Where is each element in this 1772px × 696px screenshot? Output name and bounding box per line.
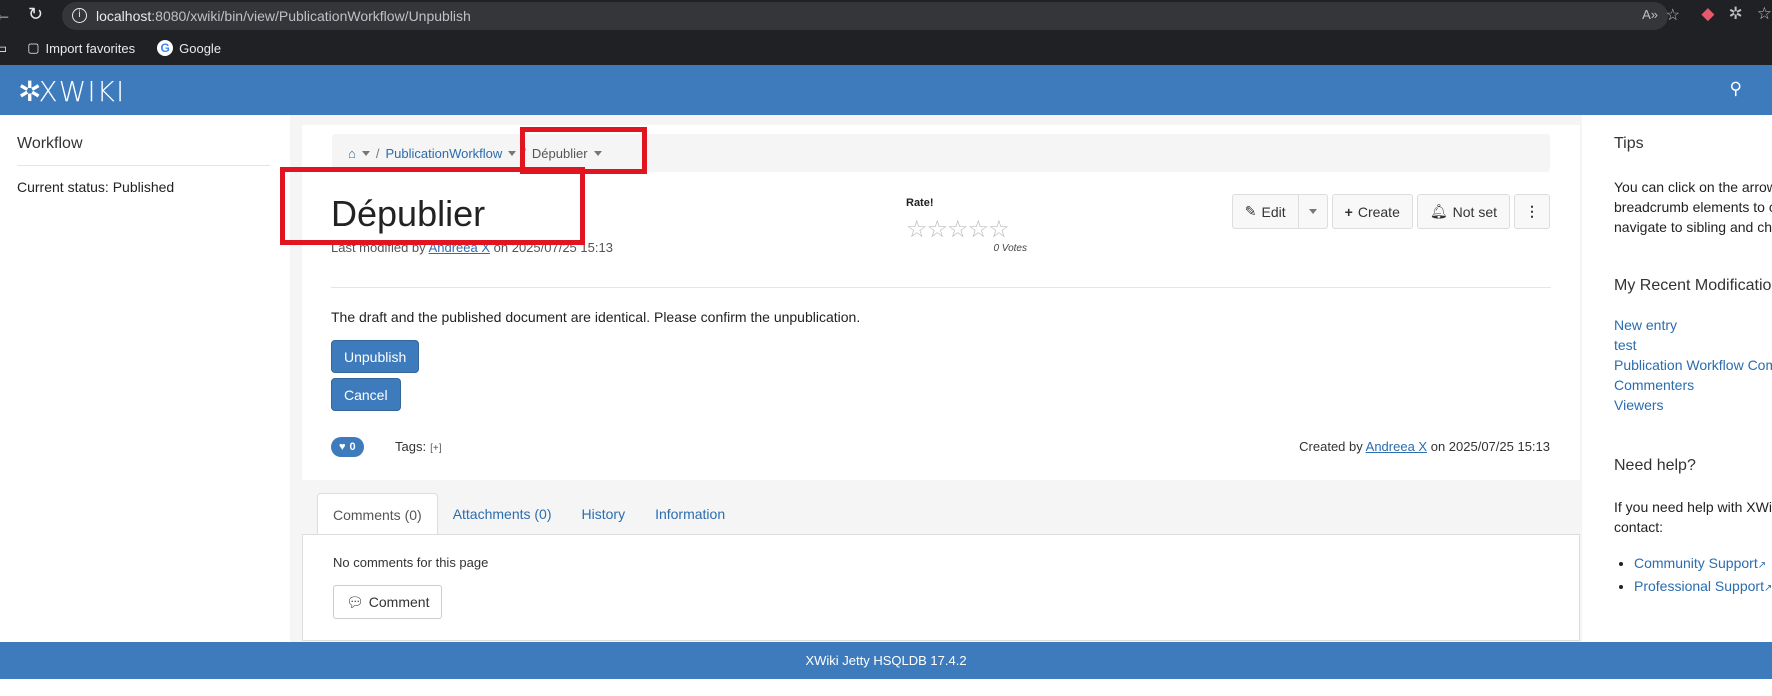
tab-history[interactable]: History <box>567 493 641 535</box>
back-icon[interactable]: ← <box>0 4 12 25</box>
recent-link[interactable]: Viewers <box>1614 397 1664 413</box>
xwiki-header: ✲XWIKI ⚲ <box>0 65 1772 115</box>
speech-bubble-icon: 💬︎ <box>346 593 364 610</box>
recent-modifications-title: My Recent Modificatio <box>1614 277 1772 294</box>
unpublish-button[interactable]: Unpublish <box>331 340 420 373</box>
bookmark-import-favorites[interactable]: ▢ Import favorites <box>27 40 135 56</box>
chevron-down-icon[interactable] <box>361 150 370 156</box>
bell-icon: 🔔︎ <box>1429 203 1448 219</box>
comment-button[interactable]: 💬︎ Comment <box>333 585 443 619</box>
recent-link[interactable]: New entry <box>1614 317 1677 333</box>
comments-panel: No comments for this page 💬︎ Comment <box>302 534 1580 641</box>
highlight-box-title <box>280 167 585 245</box>
like-button[interactable]: ♥ 0 <box>331 437 364 457</box>
home-icon[interactable]: ⌂ <box>348 146 356 161</box>
current-status: Current status: Published <box>17 179 175 195</box>
browser-chrome: ← ↻ i localhost:8080/xwiki/bin/view/Publ… <box>0 0 1772 65</box>
bookmark-google[interactable]: G Google <box>157 40 221 56</box>
sidebar-toggle-icon[interactable]: ▭ <box>0 40 7 57</box>
create-button[interactable]: + Create <box>1331 194 1413 229</box>
extension-red-icon[interactable]: ◆ <box>1701 4 1714 24</box>
external-link-icon: ↗ <box>1757 560 1767 571</box>
chevron-down-icon[interactable] <box>508 150 517 156</box>
help-links: Community Support↗ Professional Support↗ <box>1634 553 1772 599</box>
edit-dropdown-button[interactable] <box>1298 194 1328 229</box>
cancel-button[interactable]: Cancel <box>331 378 401 411</box>
breadcrumb-item-publicationworkflow[interactable]: PublicationWorkflow <box>385 146 502 161</box>
tab-information[interactable]: Information <box>640 493 740 535</box>
address-bar[interactable]: i localhost:8080/xwiki/bin/view/Publicat… <box>62 2 1680 30</box>
created-author-link[interactable]: Andreea X <box>1366 439 1427 454</box>
pencil-icon: ✎ <box>1244 203 1257 219</box>
url-text: localhost:8080/xwiki/bin/view/Publicatio… <box>96 8 471 24</box>
xwiki-logo[interactable]: ✲XWIKI <box>18 75 125 108</box>
rating-stars[interactable]: ☆☆☆☆☆ <box>906 215 1036 243</box>
help-text: If you need help with XWi contact: <box>1614 499 1772 535</box>
favorite-star-icon[interactable]: ☆ <box>1666 5 1680 25</box>
folder-icon: ▢ <box>27 40 40 55</box>
page-actions: ✎ Edit + Create 🔔︎ Not set ⋮ <box>1231 194 1550 229</box>
external-link-icon: ↗ <box>1763 583 1772 594</box>
read-aloud-icon[interactable]: A» <box>1642 7 1658 22</box>
rating-widget: Rate! ☆☆☆☆☆ 0 Votes <box>906 197 1036 254</box>
edit-button[interactable]: ✎ Edit <box>1231 194 1299 229</box>
footer: XWiki Jetty HSQLDB 17.4.2 <box>0 642 1772 679</box>
professional-support-link[interactable]: Professional Support <box>1634 578 1764 594</box>
more-vertical-icon: ⋮ <box>1525 203 1539 219</box>
favorites-icon[interactable]: ☆ <box>1757 4 1772 24</box>
add-tag-link[interactable]: [+] <box>430 443 441 454</box>
created-by: Created by Andreea X on 2025/07/25 15:13 <box>1299 439 1550 454</box>
recent-link[interactable]: Publication Workflow Com <box>1614 357 1772 373</box>
notifications-button[interactable]: 🔔︎ Not set <box>1416 194 1510 229</box>
left-panel: Workflow Current status: Published <box>17 135 270 195</box>
recent-modifications-list: New entry test Publication Workflow Com … <box>1614 315 1772 415</box>
tags: Tags: [+] <box>395 439 442 454</box>
reload-icon[interactable]: ↻ <box>28 4 43 25</box>
votes-count: 0 Votes <box>993 243 1027 254</box>
doc-extra-tabs: Comments (0) Attachments (0) History Inf… <box>302 493 1580 641</box>
no-comments-text: No comments for this page <box>333 555 489 570</box>
tips-text: You can click on the arrow breadcrumb el… <box>1614 179 1772 235</box>
community-support-link[interactable]: Community Support <box>1634 555 1758 571</box>
recent-link[interactable]: test <box>1614 337 1637 353</box>
rate-label: Rate! <box>906 197 934 209</box>
recent-link[interactable]: Commenters <box>1614 377 1694 393</box>
tab-comments[interactable]: Comments (0) <box>317 493 438 535</box>
right-panel: Tips You can click on the arrow breadcru… <box>1614 135 1772 599</box>
site-info-icon[interactable]: i <box>72 8 87 23</box>
google-icon: G <box>157 40 174 56</box>
need-help-title: Need help? <box>1614 457 1696 474</box>
workflow-title: Workflow <box>17 135 270 166</box>
search-icon[interactable]: ⚲ <box>1730 79 1742 99</box>
confirm-message: The draft and the published document are… <box>331 309 861 325</box>
extensions-puzzle-icon[interactable]: ✲ <box>1729 4 1743 24</box>
more-actions-button[interactable]: ⋮ <box>1514 194 1550 229</box>
chevron-down-icon <box>1308 209 1317 214</box>
plus-icon: + <box>1344 203 1353 220</box>
tips-title: Tips <box>1614 135 1644 152</box>
tab-attachments[interactable]: Attachments (0) <box>438 493 567 535</box>
divider <box>331 287 1551 288</box>
heart-icon: ♥ <box>339 441 346 453</box>
